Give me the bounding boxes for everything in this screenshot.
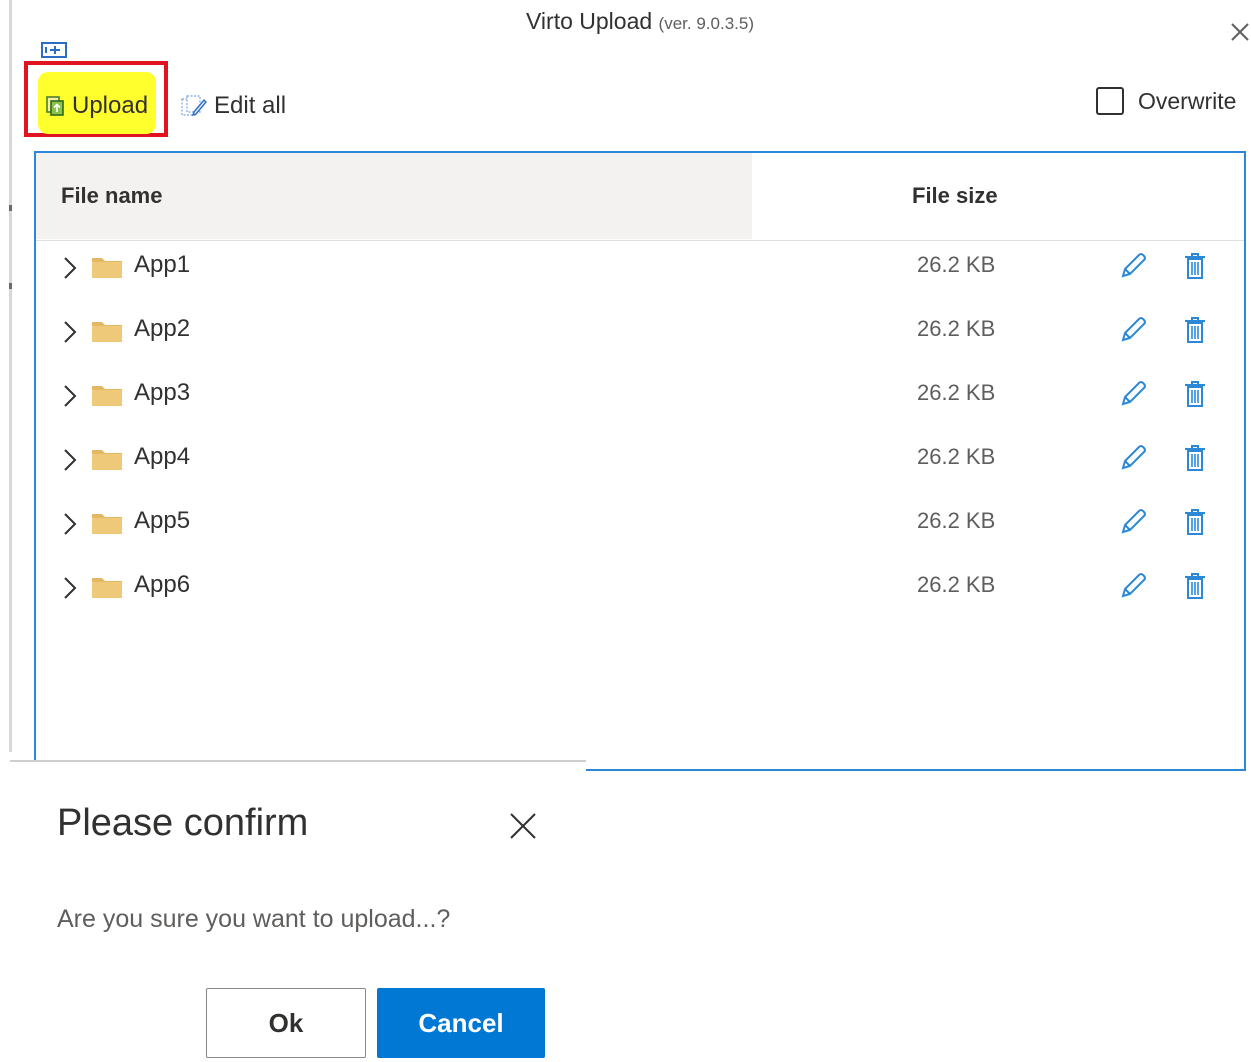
overwrite-checkbox[interactable]	[1096, 87, 1124, 115]
overwrite-option[interactable]: Overwrite	[1096, 87, 1236, 115]
folder-icon	[92, 386, 122, 406]
folder-icon	[92, 514, 122, 534]
pencil-icon[interactable]	[1118, 443, 1146, 473]
ok-button[interactable]: Ok	[206, 988, 366, 1058]
dialog-message: Are you sure you want to upload...?	[57, 905, 451, 933]
file-size: 26.2 KB	[917, 444, 996, 469]
pencil-icon[interactable]	[1118, 315, 1146, 345]
app-title: Virto Upload	[526, 8, 653, 34]
page-edge	[9, 0, 12, 752]
header-divider	[36, 240, 1244, 241]
table-row[interactable]: App5 26.2 KB	[36, 499, 1244, 563]
file-name: App4	[134, 443, 191, 470]
page-edge-mark	[9, 283, 12, 289]
trash-icon[interactable]	[1182, 315, 1208, 345]
folder-icon	[92, 450, 122, 470]
upload-icon	[46, 96, 64, 116]
chevron-right-icon[interactable]	[60, 509, 80, 539]
file-size: 26.2 KB	[917, 572, 996, 597]
file-size: 26.2 KB	[917, 316, 996, 341]
folder-icon	[92, 578, 122, 598]
file-size: 26.2 KB	[917, 252, 996, 277]
pencil-icon[interactable]	[1118, 251, 1146, 281]
chevron-right-icon[interactable]	[60, 445, 80, 475]
table-row[interactable]: App3 26.2 KB	[36, 371, 1244, 435]
folder-icon	[92, 322, 122, 342]
chevron-right-icon[interactable]	[60, 573, 80, 603]
trash-icon[interactable]	[1182, 379, 1208, 409]
chevron-right-icon[interactable]	[60, 317, 80, 347]
dialog-title: Please confirm	[57, 802, 309, 844]
close-icon[interactable]	[507, 810, 539, 842]
column-header-file-name[interactable]: File name	[61, 183, 162, 209]
close-icon[interactable]	[1226, 18, 1251, 46]
edit-all-button[interactable]: Edit all	[180, 90, 286, 122]
folder-icon	[92, 258, 122, 278]
file-name: App6	[134, 571, 191, 598]
upload-button[interactable]: Upload	[44, 90, 148, 122]
page-edge-mark	[9, 205, 12, 211]
pencil-icon[interactable]	[1118, 379, 1146, 409]
trash-icon[interactable]	[1182, 507, 1208, 537]
table-row[interactable]: App6 26.2 KB	[36, 563, 1244, 627]
table-row[interactable]: App1 26.2 KB	[36, 243, 1244, 307]
pencil-icon[interactable]	[1118, 571, 1146, 601]
edit-all-icon	[181, 95, 207, 117]
upload-button-label: Upload	[72, 92, 149, 119]
file-size: 26.2 KB	[917, 380, 996, 405]
edit-all-button-label: Edit all	[214, 92, 287, 119]
file-grid: File name File size App1 26.2 KB App2 26.2 …	[34, 151, 1246, 771]
file-name: App2	[134, 315, 191, 342]
table-row[interactable]: App2 26.2 KB	[36, 307, 1244, 371]
pencil-icon[interactable]	[1118, 507, 1146, 537]
file-size: 26.2 KB	[917, 508, 996, 533]
cancel-button[interactable]: Cancel	[377, 988, 545, 1058]
app-version: (ver. 9.0.3.5)	[658, 14, 754, 33]
table-row[interactable]: App4 26.2 KB	[36, 435, 1244, 499]
chevron-right-icon[interactable]	[60, 381, 80, 411]
trash-icon[interactable]	[1182, 251, 1208, 281]
confirm-dialog: Please confirm Are you sure you want to …	[10, 760, 586, 1062]
trash-icon[interactable]	[1182, 443, 1208, 473]
file-name: App3	[134, 379, 191, 406]
file-name: App5	[134, 507, 191, 534]
overwrite-label: Overwrite	[1138, 87, 1237, 114]
column-header-file-size[interactable]: File size	[912, 183, 998, 209]
file-name: App1	[134, 251, 191, 278]
window-title: Virto Upload (ver. 9.0.3.5)	[0, 8, 1251, 35]
trash-icon[interactable]	[1182, 571, 1208, 601]
expand-panel-icon[interactable]	[41, 42, 67, 58]
chevron-right-icon[interactable]	[60, 253, 80, 283]
